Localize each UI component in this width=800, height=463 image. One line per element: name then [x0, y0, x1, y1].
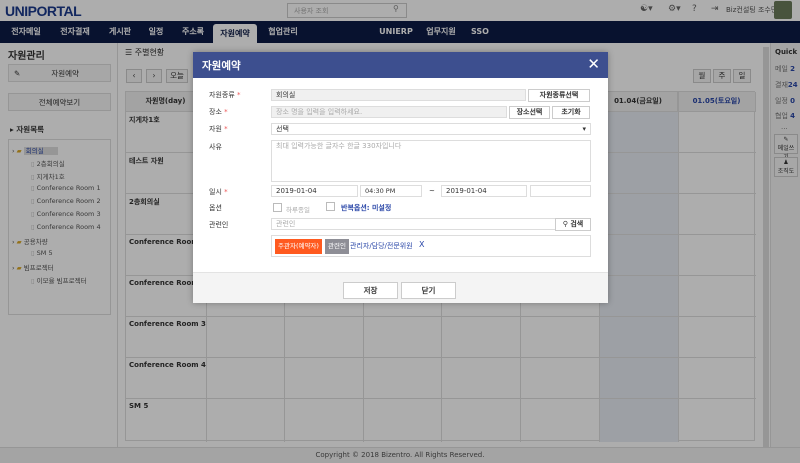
datetime-label: 일시 * — [209, 188, 228, 196]
owner-tag: 주관자(예약자) — [275, 239, 322, 254]
repeat-option-link[interactable]: 반복옵션: 미설정 — [341, 203, 391, 213]
start-time-input[interactable]: 04:30 PM — [360, 185, 422, 197]
reason-label: 사유 — [209, 143, 222, 151]
btn-text: 검색 — [570, 220, 584, 228]
label-text: 자원 — [209, 125, 222, 133]
related-tag: 관련인 — [325, 239, 349, 254]
modal-title: 자원예약 — [202, 60, 241, 72]
place-label: 장소 * — [209, 108, 228, 116]
allday-checkbox[interactable] — [273, 203, 282, 212]
select-place-button[interactable]: 장소선택 — [509, 106, 550, 119]
reset-button[interactable]: 초기화 — [552, 106, 590, 119]
related-input[interactable]: 관련인 — [271, 218, 556, 230]
type-label: 자원종류 * — [209, 91, 241, 99]
end-time-input[interactable] — [530, 185, 591, 197]
modal-header: 자원예약 — [193, 52, 608, 78]
option-label: 옵션 — [209, 204, 222, 212]
save-button[interactable]: 저장 — [343, 282, 398, 299]
resource-select[interactable]: 선택 ▾ — [271, 123, 591, 135]
end-date-input[interactable]: 2019-01-04 — [441, 185, 527, 197]
related-person: 관리자/담당/전문위원 — [350, 242, 413, 250]
select-value: 선택 — [276, 125, 289, 133]
resource-label: 자원 * — [209, 125, 228, 133]
label-text: 자원종류 — [209, 91, 235, 99]
modal-footer: 저장 닫기 — [193, 272, 608, 303]
select-type-button[interactable]: 자원종류선택 — [528, 89, 590, 102]
place-input[interactable]: 장소 명을 입력을 입력하세요. — [271, 106, 507, 118]
label-text: 일시 — [209, 188, 222, 196]
remove-person-button[interactable]: X — [419, 240, 424, 249]
related-label: 관련인 — [209, 221, 229, 229]
search-related-button[interactable]: ⚲ 검색 — [555, 218, 591, 231]
start-date-input[interactable]: 2019-01-04 — [271, 185, 358, 197]
dropdown-arrow-icon: ▾ — [582, 125, 586, 133]
close-icon[interactable]: ✕ — [587, 55, 600, 73]
type-field: 회의실 — [271, 89, 526, 101]
range-tilde: ~ — [429, 187, 435, 195]
participants-box: 주관자(예약자) 관련인 관리자/담당/전문위원 X — [271, 235, 591, 257]
label-text: 장소 — [209, 108, 222, 116]
close-button[interactable]: 닫기 — [401, 282, 456, 299]
reason-textarea[interactable]: 최대 입력가능한 글자수 한글 330자입니다 — [271, 140, 591, 182]
reservation-modal: 자원예약 ✕ 자원종류 * 회의실 자원종류선택 장소 * 장소 명을 입력을 … — [193, 52, 608, 303]
allday-label: 하루종일 — [286, 206, 310, 214]
repeat-checkbox[interactable] — [326, 202, 335, 211]
